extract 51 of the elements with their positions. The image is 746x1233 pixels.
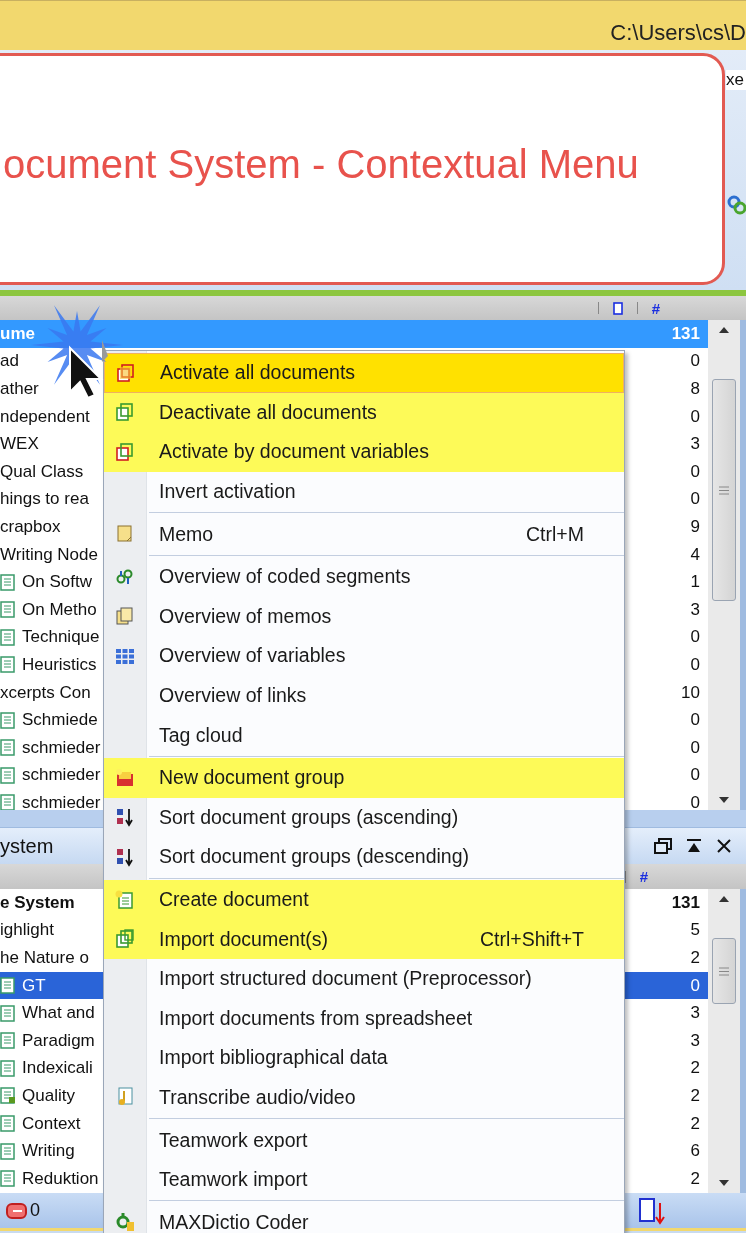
tree-item-label: Indexicali [22, 1058, 93, 1079]
tree-item-label: Qual Class [0, 461, 84, 482]
count-cell: 1 [690, 572, 700, 593]
count-cell: 0 [690, 975, 700, 996]
count-cell: 4 [690, 544, 700, 565]
count-cell: 0 [690, 461, 700, 482]
tree-item-label: Context [22, 1113, 81, 1134]
tree-item-label: Heuristics [22, 654, 97, 675]
panel-title: ystem [0, 834, 54, 858]
window-path: C:\Users\cs\D [610, 18, 746, 46]
count-cell: 2 [690, 1113, 700, 1134]
count-cell: 2 [690, 1085, 700, 1106]
tree-item-label: GT [22, 975, 46, 996]
tree-item-label: Quality [22, 1085, 75, 1106]
count-cell: 6 [690, 1141, 700, 1162]
count-cell: 0 [690, 627, 700, 648]
count-cell: 0 [690, 765, 700, 786]
tree-item-label: Writing [22, 1141, 75, 1162]
count-cell: 0 [690, 737, 700, 758]
count-cell: 3 [690, 1003, 700, 1024]
shortcut-label: Ctrl+Shift+T [479, 927, 585, 951]
tree-item-label: ad [0, 351, 19, 372]
count-cell: 0 [690, 654, 700, 675]
tree-item-label: Reduktion [22, 1168, 99, 1189]
count-cell: 8 [690, 379, 700, 399]
toolbar-label: xe [726, 70, 746, 90]
tree-item-label: Technique [22, 627, 100, 648]
tree-item-label: Schmiede [22, 710, 98, 731]
count-cell: 3 [690, 1030, 700, 1051]
tree-item-label: schmieder [22, 792, 101, 810]
count-cell: 0 [690, 710, 700, 731]
count-cell: 131 [671, 323, 700, 344]
tree-item-label: he Nature o [0, 948, 89, 968]
tree-item-label: On Metho [22, 599, 97, 620]
tree-item-label: What and [22, 1003, 95, 1024]
callout-title: ocument System - Contextual Menu [3, 141, 639, 187]
count-cell: 3 [690, 599, 700, 620]
tree-item-label: Writing Node [0, 544, 98, 565]
tree-item-label: ume [0, 323, 35, 344]
count-cell: 2 [690, 1058, 700, 1079]
count-cell: 0 [690, 792, 700, 810]
count-cell: 0 [690, 351, 700, 372]
tree-item-label: ather [0, 379, 39, 399]
tree-item-label: Paradigm [22, 1030, 95, 1051]
count-cell: 2 [690, 1168, 700, 1189]
count-cell: 2 [690, 948, 700, 968]
tree-item-label: schmieder [22, 765, 101, 786]
shortcut-label: Ctrl+M [526, 522, 585, 546]
tree-item-label: On Softw [22, 572, 92, 593]
status-count: 0 [30, 1200, 40, 1221]
tree-item-label: schmieder [22, 737, 101, 758]
